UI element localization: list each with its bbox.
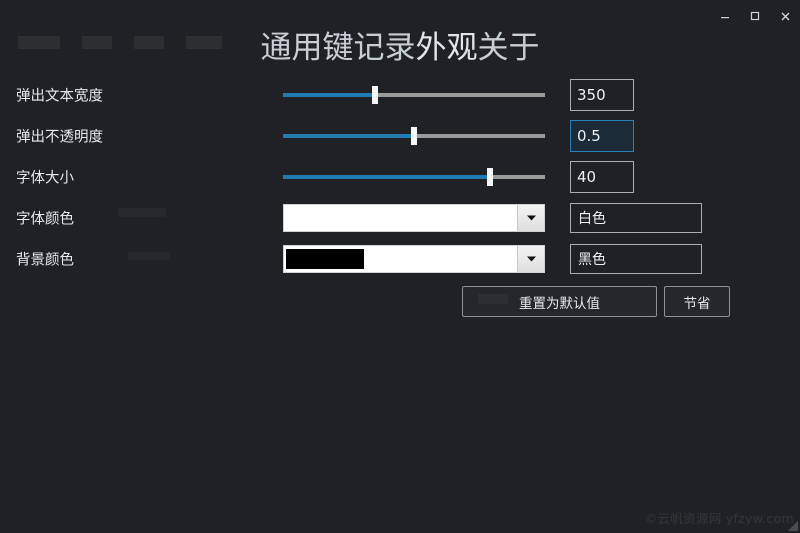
label-popup-opacity: 弹出不透明度 <box>16 129 103 145</box>
settings-form: 弹出文本宽度 350 弹出不透明度 0.5 字体大小 40 字体颜色 白色 背景… <box>0 74 800 279</box>
slider-fill <box>283 92 375 97</box>
reset-to-defaults-button[interactable]: 重置为默认值 <box>462 286 657 317</box>
slider-fill <box>283 174 490 179</box>
corner-resize-grip-icon <box>788 521 798 531</box>
slider-popup-text-width[interactable] <box>283 85 545 104</box>
input-popup-text-width[interactable]: 350 <box>570 78 634 111</box>
background-color-swatch <box>286 248 364 269</box>
button-row: 重置为默认值 节省 <box>0 286 800 318</box>
chevron-down-icon[interactable] <box>517 245 544 272</box>
font-color-swatch-area <box>284 204 517 231</box>
slider-thumb[interactable] <box>371 85 378 104</box>
background-color-swatch-area <box>284 245 517 272</box>
input-background-color-name[interactable]: 黑色 <box>570 243 702 274</box>
tab-appearance[interactable]: 外观 <box>416 32 478 64</box>
row-popup-text-width: 弹出文本宽度 350 <box>0 74 800 115</box>
label-font-size: 字体大小 <box>16 170 74 186</box>
input-popup-opacity[interactable]: 0.5 <box>570 119 634 152</box>
tab-general[interactable]: 通用 <box>261 32 323 64</box>
dropdown-font-color[interactable] <box>283 203 545 232</box>
site-watermark: ©云帆资源网 yfzyw.com <box>644 511 794 526</box>
slider-thumb[interactable] <box>411 126 417 145</box>
slider-font-size[interactable] <box>283 167 545 186</box>
tab-about[interactable]: 关于 <box>478 32 540 64</box>
row-font-color: 字体颜色 白色 <box>0 197 800 238</box>
slider-popup-opacity[interactable] <box>283 126 545 145</box>
tab-keylog[interactable]: 键记录 <box>323 32 416 64</box>
label-popup-text-width: 弹出文本宽度 <box>16 88 103 104</box>
input-font-size[interactable]: 40 <box>570 160 634 193</box>
dropdown-background-color[interactable] <box>283 244 545 273</box>
row-background-color: 背景颜色 黑色 <box>0 238 800 279</box>
label-font-color: 字体颜色 <box>16 211 74 227</box>
row-font-size: 字体大小 40 <box>0 156 800 197</box>
chevron-down-icon[interactable] <box>517 204 544 231</box>
row-popup-opacity: 弹出不透明度 0.5 <box>0 115 800 156</box>
slider-thumb[interactable] <box>486 167 493 186</box>
input-font-color-name[interactable]: 白色 <box>570 202 702 233</box>
save-button[interactable]: 节省 <box>664 286 730 317</box>
slider-fill <box>283 133 414 138</box>
label-background-color: 背景颜色 <box>16 252 74 268</box>
tab-strip: 通用 键记录 外观 关于 <box>0 26 800 70</box>
